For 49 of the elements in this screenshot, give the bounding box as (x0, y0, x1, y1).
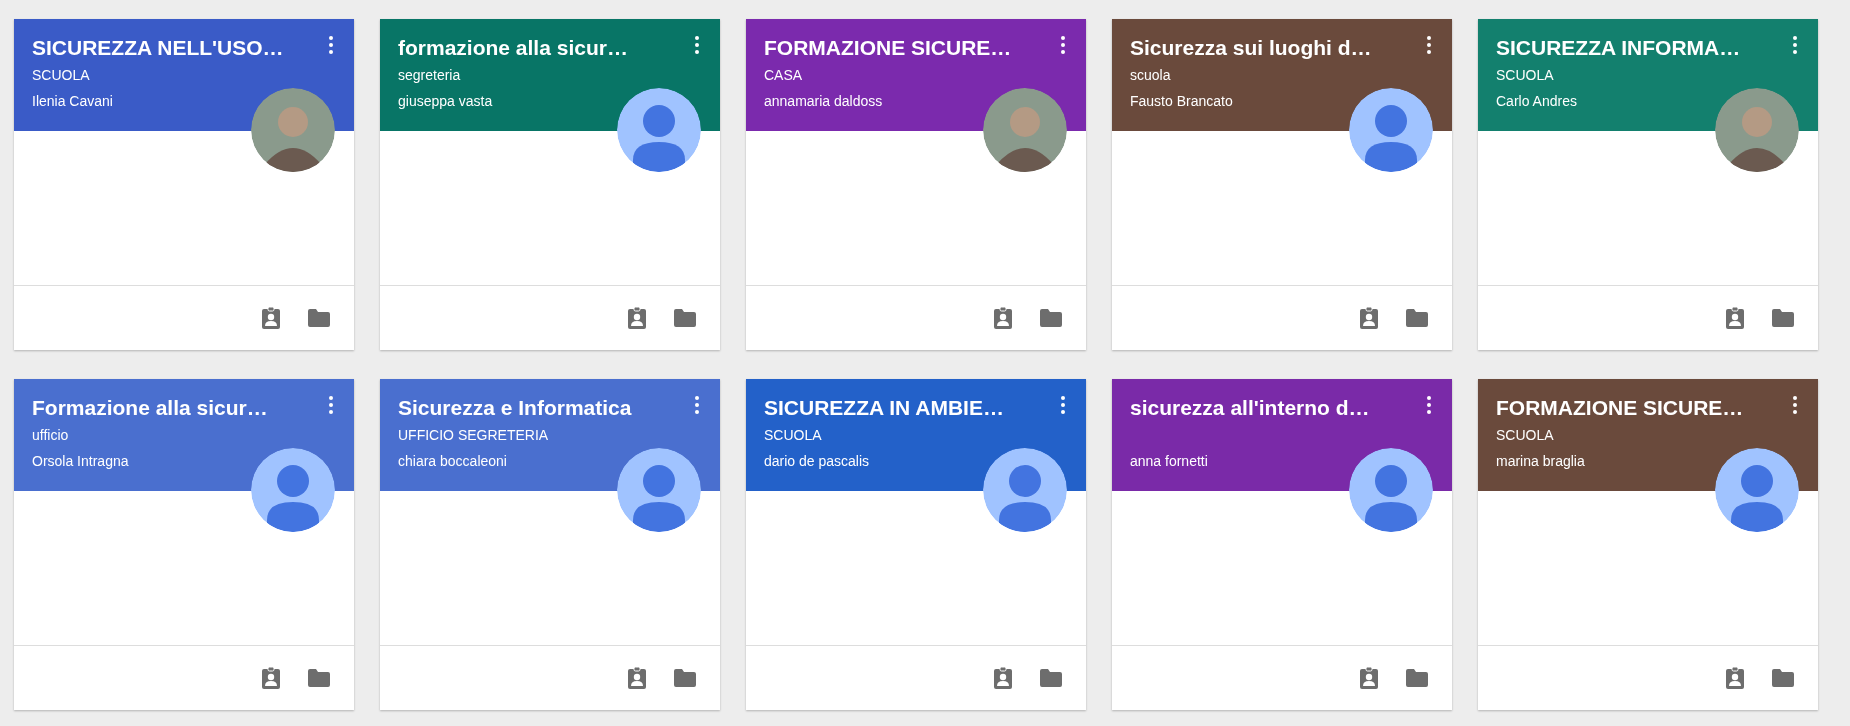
more-options-icon[interactable] (1060, 35, 1066, 55)
class-card[interactable]: Formazione alla sicur… ufficio Orsola Intragna (14, 379, 354, 710)
class-title[interactable]: formazione alla sicur… (398, 33, 628, 63)
class-card[interactable]: SICUREZZA INFORMA… SCUOLA Carlo Andres (1478, 19, 1818, 350)
class-card[interactable]: FORMAZIONE SICURE… CASA annamaria daldoss (746, 19, 1086, 350)
more-options-icon[interactable] (1792, 35, 1798, 55)
class-title[interactable]: Sicurezza sui luoghi d… (1130, 33, 1372, 63)
more-options-icon[interactable] (328, 35, 334, 55)
teacher-name: giuseppa vasta (398, 92, 493, 110)
class-section: segreteria (398, 66, 461, 84)
teacher-name: Carlo Andres (1496, 92, 1577, 110)
class-section: SCUOLA (32, 66, 90, 84)
class-card[interactable]: formazione alla sicur… segreteria giuseppa vasta (380, 19, 720, 350)
class-title[interactable]: SICUREZZA IN AMBIE… (764, 393, 1004, 423)
teacher-name: Fausto Brancato (1130, 92, 1233, 110)
class-title[interactable]: sicurezza all'interno d… (1130, 393, 1370, 423)
class-section: SCUOLA (1496, 66, 1554, 84)
class-card[interactable]: SICUREZZA NELL'USO… SCUOLA Ilenia Cavani (14, 19, 354, 350)
more-options-icon[interactable] (694, 395, 700, 415)
class-title[interactable]: Formazione alla sicur… (32, 393, 268, 423)
more-options-icon[interactable] (1426, 395, 1432, 415)
class-section: ufficio (32, 426, 69, 444)
class-card[interactable]: FORMAZIONE SICURE… SCUOLA marina braglia (1478, 379, 1818, 710)
class-title[interactable]: SICUREZZA INFORMA… (1496, 33, 1741, 63)
class-card[interactable]: Sicurezza sui luoghi d… scuola Fausto Brancato (1112, 19, 1452, 350)
more-options-icon[interactable] (1060, 395, 1066, 415)
more-options-icon[interactable] (694, 35, 700, 55)
class-section: SCUOLA (764, 426, 822, 444)
class-title[interactable]: Sicurezza e Informatica (398, 393, 632, 423)
class-section: scuola (1130, 66, 1171, 84)
more-options-icon[interactable] (1792, 395, 1798, 415)
class-card[interactable]: Sicurezza e Informatica UFFICIO SEGRETERIA chiara boccaleoni (380, 379, 720, 710)
class-section: CASA (764, 66, 803, 84)
teacher-name: anna fornetti (1130, 452, 1208, 470)
more-options-icon[interactable] (1426, 35, 1432, 55)
class-title[interactable]: SICUREZZA NELL'USO… (32, 33, 284, 63)
class-title[interactable]: FORMAZIONE SICURE… (764, 33, 1012, 63)
class-card[interactable]: sicurezza all'interno d… anna fornetti (1112, 379, 1452, 710)
class-section: SCUOLA (1496, 426, 1554, 444)
class-card[interactable]: SICUREZZA IN AMBIE… SCUOLA dario de pascalis (746, 379, 1086, 710)
more-options-icon[interactable] (328, 395, 334, 415)
teacher-name: dario de pascalis (764, 452, 870, 470)
teacher-name: chiara boccaleoni (398, 452, 507, 470)
teacher-name: annamaria daldoss (764, 92, 883, 110)
teacher-name: Orsola Intragna (32, 452, 129, 470)
class-section: UFFICIO SEGRETERIA (398, 426, 549, 444)
teacher-name: marina braglia (1496, 452, 1585, 470)
class-title[interactable]: FORMAZIONE SICURE… (1496, 393, 1744, 423)
teacher-name: Ilenia Cavani (32, 92, 113, 110)
